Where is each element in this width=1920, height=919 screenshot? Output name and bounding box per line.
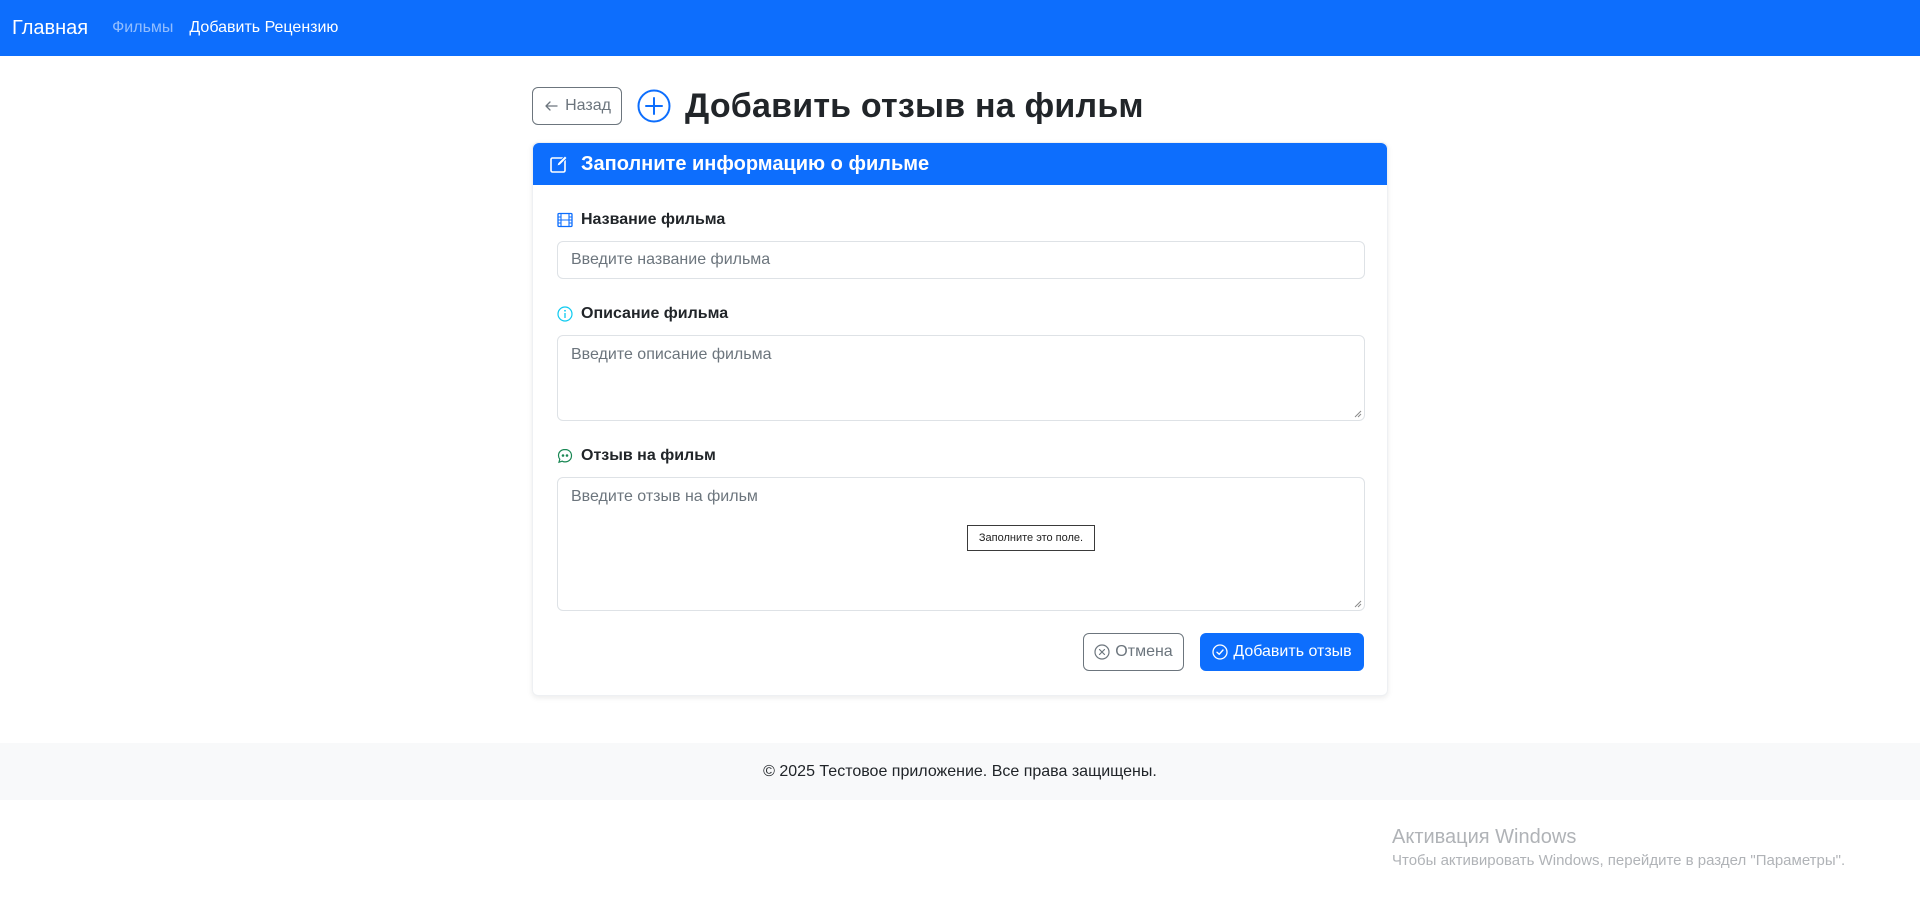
plus-circle-icon	[637, 89, 671, 123]
cancel-button[interactable]: Отмена	[1083, 633, 1184, 671]
movie-title-group: Название фильма Введите название фильма	[557, 209, 1365, 279]
movie-review-group: Отзыв на фильм Введите отзыв на фильм За…	[557, 445, 1365, 611]
film-icon	[557, 212, 573, 228]
movie-description-textarea[interactable]: Введите описание фильма	[557, 335, 1365, 421]
add-review-button-label: Добавить отзыв	[1233, 643, 1352, 660]
page-title: Добавить отзыв на фильм	[685, 86, 1144, 125]
x-circle-icon	[1094, 644, 1110, 660]
movie-description-group: Описание фильма Введите описание фильма	[557, 303, 1365, 421]
cancel-button-label: Отмена	[1115, 643, 1173, 660]
windows-activation-watermark: Активация Windows Чтобы активировать Win…	[1392, 826, 1845, 869]
validation-tooltip: Заполните это поле.	[967, 525, 1095, 551]
add-review-button[interactable]: Добавить отзыв	[1200, 633, 1364, 671]
back-button-label: Назад	[565, 97, 611, 114]
movie-review-label-row: Отзыв на фильм	[557, 445, 1365, 467]
card-title: Заполните информацию о фильме	[581, 152, 930, 175]
resize-handle-icon[interactable]	[1354, 410, 1362, 418]
check-circle-icon	[1212, 644, 1228, 660]
arrow-left-icon	[545, 101, 558, 111]
movie-description-label-row: Описание фильма	[557, 303, 1365, 325]
movie-review-textarea[interactable]: Введите отзыв на фильм Заполните это пол…	[557, 477, 1365, 611]
movie-title-label: Название фильма	[581, 211, 726, 228]
movie-review-placeholder: Введите отзыв на фильм	[571, 488, 758, 505]
nav-brand[interactable]: Главная	[12, 17, 88, 40]
back-button[interactable]: Назад	[532, 87, 622, 125]
footer: © 2025 Тестовое приложение. Все права за…	[0, 743, 1920, 800]
nav-link-add-review[interactable]: Добавить Рецензию	[189, 19, 338, 37]
movie-title-label-row: Название фильма	[557, 209, 1365, 231]
movie-review-label: Отзыв на фильм	[581, 447, 716, 464]
navbar: Главная Фильмы Добавить Рецензию	[0, 0, 1920, 56]
review-form-card: Заполните информацию о фильме Название ф…	[532, 142, 1388, 696]
info-icon	[557, 306, 573, 322]
footer-text: © 2025 Тестовое приложение. Все права за…	[763, 762, 1157, 780]
movie-title-input[interactable]: Введите название фильма	[557, 241, 1365, 279]
card-header: Заполните информацию о фильме	[533, 143, 1387, 185]
watermark-subtitle: Чтобы активировать Windows, перейдите в …	[1392, 852, 1846, 869]
resize-handle-icon[interactable]	[1354, 600, 1362, 608]
nav-link-films[interactable]: Фильмы	[112, 19, 173, 37]
page-header: Назад Добавить отзыв на фильм	[532, 80, 1144, 132]
pencil-square-icon	[550, 155, 568, 173]
movie-description-label: Описание фильма	[581, 305, 729, 322]
chat-quote-icon	[557, 448, 573, 464]
movie-description-placeholder: Введите описание фильма	[571, 346, 772, 363]
form-actions: Отмена Добавить отзыв	[1083, 633, 1364, 671]
watermark-title: Активация Windows	[1392, 826, 1577, 848]
movie-title-placeholder: Введите название фильма	[571, 251, 771, 268]
